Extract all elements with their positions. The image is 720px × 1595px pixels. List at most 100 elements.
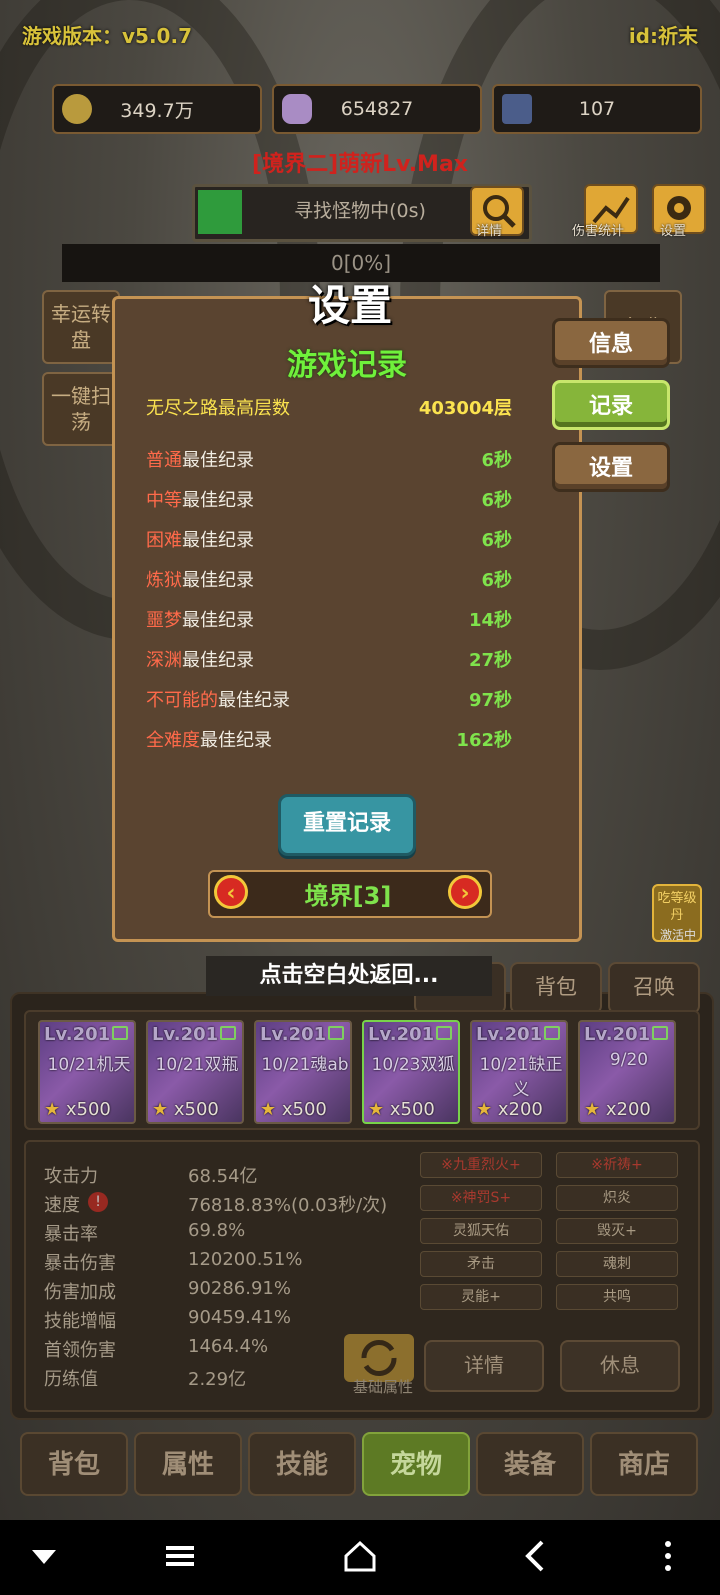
record-row: 困难最佳纪录 6秒 bbox=[146, 526, 512, 556]
pet-card[interactable]: Lv.201 10/21双瓶 ★ x500 bbox=[146, 1020, 244, 1124]
skill-tag[interactable]: 炽炎 bbox=[556, 1185, 678, 1211]
stat-value: 76818.83%(0.03秒/次) bbox=[188, 1195, 388, 1216]
difficulty-name: 不可能的 bbox=[146, 690, 218, 711]
realm-title: [境界二]萌新Lv.Max bbox=[252, 152, 468, 177]
record-row: 噩梦最佳纪录 14秒 bbox=[146, 606, 512, 636]
record-value: 6秒 bbox=[481, 450, 512, 471]
record-value: 6秒 bbox=[481, 530, 512, 551]
difficulty-name: 深渊 bbox=[146, 650, 182, 671]
search-progress-fill bbox=[198, 190, 242, 234]
tab-info[interactable]: 信息 bbox=[552, 318, 670, 368]
endless-record-row: 无尽之路最高层数 403004层 bbox=[146, 394, 512, 424]
record-suffix: 最佳纪录 bbox=[182, 570, 254, 591]
pet-detail-button[interactable]: 详情 bbox=[424, 1340, 544, 1392]
damage-stats-label: 伤害统计 bbox=[572, 224, 625, 239]
pet-card[interactable]: Lv.201 9/20 ★ x200 bbox=[578, 1020, 676, 1124]
one-key-sweep-button[interactable]: 一键扫荡 bbox=[42, 372, 120, 446]
lock-icon bbox=[436, 1026, 452, 1040]
record-suffix: 最佳纪录 bbox=[200, 730, 272, 751]
hide-keyboard-icon[interactable] bbox=[24, 1536, 64, 1584]
star-icon: ★ bbox=[584, 1099, 601, 1120]
stat-value: 120200.51% bbox=[188, 1249, 303, 1270]
tab-attributes[interactable]: 属性 bbox=[134, 1432, 242, 1496]
stat-value: 90286.91% bbox=[188, 1278, 291, 1299]
user-id: id:祈末 bbox=[628, 24, 698, 48]
pet-card-selected[interactable]: Lv.201 10/23双狐 ★ x500 bbox=[362, 1020, 460, 1124]
pet-card[interactable]: Lv.201 10/21机天 ★ x500 bbox=[38, 1020, 136, 1124]
record-suffix: 最佳纪录 bbox=[182, 490, 254, 511]
tab-settings[interactable]: 设置 bbox=[552, 442, 670, 492]
difficulty-name: 噩梦 bbox=[146, 610, 182, 631]
skill-tag[interactable]: 魂刺 bbox=[556, 1251, 678, 1277]
record-row: 不可能的最佳纪录 97秒 bbox=[146, 686, 512, 716]
tab-skills[interactable]: 技能 bbox=[248, 1432, 356, 1496]
stat-value: 2.29亿 bbox=[188, 1369, 247, 1390]
pet-bag-button[interactable]: 背包 bbox=[510, 962, 602, 1014]
next-realm-button[interactable]: › bbox=[448, 875, 482, 909]
stat-value: 69.8% bbox=[188, 1220, 246, 1241]
record-row: 炼狱最佳纪录 6秒 bbox=[146, 566, 512, 596]
record-suffix: 最佳纪录 bbox=[182, 530, 254, 551]
stat-label: 暴击率 bbox=[44, 1224, 98, 1245]
difficulty-name: 中等 bbox=[146, 490, 182, 511]
home-icon[interactable] bbox=[340, 1536, 380, 1584]
chevron-right-icon: › bbox=[460, 881, 470, 906]
star-icon: ★ bbox=[260, 1099, 277, 1120]
back-icon[interactable] bbox=[516, 1536, 556, 1584]
tab-bag[interactable]: 背包 bbox=[20, 1432, 128, 1496]
crystals-display: 654827 bbox=[272, 84, 482, 134]
pet-card[interactable]: Lv.201 10/21魂ab ★ x500 bbox=[254, 1020, 352, 1124]
star-icon: ★ bbox=[368, 1099, 385, 1120]
record-value: 6秒 bbox=[481, 570, 512, 591]
summon-button[interactable]: 召唤 bbox=[608, 962, 700, 1014]
star-icon: ★ bbox=[152, 1099, 169, 1120]
record-value: 14秒 bbox=[468, 610, 512, 631]
tab-equipment[interactable]: 装备 bbox=[476, 1432, 584, 1496]
difficulty-name: 困难 bbox=[146, 530, 182, 551]
search-details-label: 详情 bbox=[476, 224, 503, 239]
skill-tag[interactable]: 灵能+ bbox=[420, 1284, 542, 1310]
endless-record-value: 403004层 bbox=[418, 398, 512, 419]
stat-label: 首领伤害 bbox=[44, 1340, 116, 1361]
skill-tag[interactable]: 共鸣 bbox=[556, 1284, 678, 1310]
record-value: 27秒 bbox=[468, 650, 512, 671]
skill-tag[interactable]: 矛击 bbox=[420, 1251, 542, 1277]
close-hint[interactable]: 点击空白处返回... bbox=[206, 956, 492, 996]
stat-label: 速度 bbox=[44, 1195, 80, 1216]
lock-icon bbox=[220, 1026, 236, 1040]
difficulty-name: 炼狱 bbox=[146, 570, 182, 591]
skill-tag[interactable]: ※神罚S+ bbox=[420, 1185, 542, 1211]
record-row: 深渊最佳纪录 27秒 bbox=[146, 646, 512, 676]
reset-records-button[interactable]: 重置记录 bbox=[278, 794, 416, 856]
skill-tag[interactable]: 毁灭+ bbox=[556, 1218, 678, 1244]
more-options-icon[interactable] bbox=[648, 1536, 688, 1584]
menu-icon[interactable] bbox=[160, 1536, 200, 1584]
record-suffix: 最佳纪录 bbox=[218, 690, 290, 711]
realm-nav-label: 境界[3] bbox=[304, 882, 392, 910]
difficulty-name: 普通 bbox=[146, 450, 182, 471]
basic-attributes-button[interactable] bbox=[344, 1334, 414, 1382]
pet-rest-button[interactable]: 休息 bbox=[560, 1340, 680, 1392]
stat-value: 90459.41% bbox=[188, 1307, 291, 1328]
basic-attributes-label: 基础属性 bbox=[352, 1378, 413, 1396]
skill-tag[interactable]: ※祈祷+ bbox=[556, 1152, 678, 1178]
tab-shop[interactable]: 商店 bbox=[590, 1432, 698, 1496]
alert-icon[interactable]: ! bbox=[88, 1192, 108, 1212]
skill-tag[interactable]: ※九重烈火+ bbox=[420, 1152, 542, 1178]
game-version: 游戏版本：v5.0.7 bbox=[22, 24, 192, 48]
pet-card[interactable]: Lv.201 10/21缺正义 ★ x200 bbox=[470, 1020, 568, 1124]
record-suffix: 最佳纪录 bbox=[182, 650, 254, 671]
prev-realm-button[interactable]: ‹ bbox=[214, 875, 248, 909]
tab-record[interactable]: 记录 bbox=[552, 380, 670, 430]
records-heading: 游戏记录 bbox=[287, 348, 407, 383]
stat-label: 攻击力 bbox=[44, 1166, 98, 1187]
skill-tag[interactable]: 灵狐天佑 bbox=[420, 1218, 542, 1244]
stat-value: 68.54亿 bbox=[188, 1166, 258, 1187]
tab-pets[interactable]: 宠物 bbox=[362, 1432, 470, 1496]
crystal-icon bbox=[282, 94, 312, 124]
record-row: 中等最佳纪录 6秒 bbox=[146, 486, 512, 516]
coins-display: 349.7万 bbox=[52, 84, 262, 134]
lock-icon bbox=[544, 1026, 560, 1040]
settings-label: 设置 bbox=[660, 224, 687, 239]
record-value: 6秒 bbox=[481, 490, 512, 511]
